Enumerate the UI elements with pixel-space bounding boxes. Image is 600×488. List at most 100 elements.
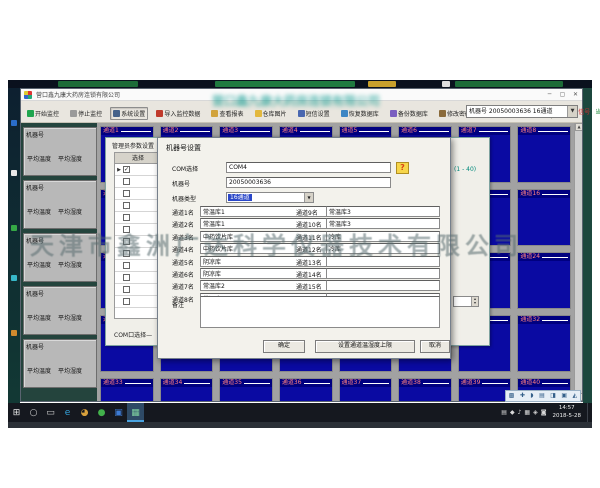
com-select-row[interactable] bbox=[115, 284, 161, 296]
show-desktop-button[interactable] bbox=[587, 403, 590, 422]
tray-icon[interactable]: ▤ bbox=[501, 409, 507, 416]
com-select-row[interactable] bbox=[115, 260, 161, 272]
toolbar-button[interactable]: 系统设置 bbox=[110, 107, 148, 120]
toolbar-button[interactable]: 恢复数据库 bbox=[338, 107, 382, 120]
help-button[interactable]: ? bbox=[396, 162, 409, 174]
row-checkbox[interactable]: ✓ bbox=[123, 166, 130, 173]
channel-name-input[interactable] bbox=[326, 231, 440, 242]
row-checkbox[interactable] bbox=[123, 178, 130, 185]
row-checkbox[interactable] bbox=[123, 286, 130, 293]
cancel-button[interactable]: 取消 bbox=[420, 340, 450, 353]
desktop-icon[interactable] bbox=[11, 120, 17, 126]
row-checkbox[interactable] bbox=[123, 226, 130, 233]
channel-name-input[interactable] bbox=[326, 268, 440, 279]
channel-panel[interactable]: 通道16 bbox=[517, 189, 571, 246]
tray-popup-icon[interactable]: ◭ bbox=[573, 393, 578, 399]
channel-panel[interactable]: 通道38 bbox=[398, 378, 452, 401]
toolbar-button[interactable]: 备份数据库 bbox=[387, 107, 431, 120]
com-select-row[interactable] bbox=[115, 272, 161, 284]
channel-name-input[interactable] bbox=[326, 280, 440, 291]
ok-button[interactable]: 确定 bbox=[263, 340, 305, 353]
channel-name-input[interactable] bbox=[326, 218, 440, 229]
row-checkbox[interactable] bbox=[123, 262, 130, 269]
com-select-row[interactable] bbox=[115, 176, 161, 188]
channel-name-input[interactable] bbox=[326, 243, 440, 254]
channel-name-input[interactable] bbox=[326, 256, 440, 267]
vertical-scrollbar[interactable]: ▲ ▼ bbox=[574, 123, 582, 401]
remark-textarea[interactable] bbox=[200, 296, 440, 328]
channel-panel[interactable]: 通道24 bbox=[517, 252, 571, 309]
machine-summary-panel[interactable]: 机器号 平均温度 平均湿度 bbox=[23, 180, 97, 229]
tray-icon[interactable]: ▦ bbox=[524, 409, 530, 416]
scroll-up-arrow[interactable]: ▲ bbox=[575, 123, 582, 131]
set-channel-limit-button[interactable]: 设置通道温湿度上限 bbox=[315, 340, 415, 353]
com-select-row[interactable] bbox=[115, 236, 161, 248]
taskbar-icon[interactable]: ▦ bbox=[127, 403, 144, 422]
row-checkbox[interactable] bbox=[123, 274, 130, 281]
toolbar-button[interactable]: 导入监控数据 bbox=[153, 107, 203, 120]
taskbar-icon[interactable]: ⊞ bbox=[8, 403, 25, 422]
channel-panel[interactable]: 通道36 bbox=[279, 378, 333, 401]
machine-type-combo[interactable]: 16通道 ▼ bbox=[226, 192, 314, 203]
channel-panel[interactable]: 通道37 bbox=[339, 378, 393, 401]
machine-summary-panel[interactable]: 机器号 平均温度 平均湿度 bbox=[23, 286, 97, 335]
row-checkbox[interactable] bbox=[123, 202, 130, 209]
tray-popup-icon[interactable]: ▣ bbox=[561, 393, 567, 399]
tray-popup-icon[interactable]: ✚ bbox=[520, 393, 525, 399]
row-checkbox[interactable] bbox=[123, 238, 130, 245]
desktop-icon[interactable] bbox=[11, 225, 17, 231]
taskbar-icon[interactable]: ○ bbox=[25, 403, 42, 422]
com-select-row[interactable] bbox=[115, 248, 161, 260]
row-checkbox[interactable] bbox=[123, 214, 130, 221]
toolbar-button[interactable]: 查看报表 bbox=[208, 107, 246, 120]
row-checkbox[interactable] bbox=[123, 298, 130, 305]
machine-summary-panel[interactable]: 机器号 平均温度 平均湿度 bbox=[23, 233, 97, 282]
tray-icon[interactable]: ◆ bbox=[510, 409, 515, 416]
taskbar-icon[interactable]: ▣ bbox=[110, 403, 127, 422]
channel-panel[interactable]: 通道39 bbox=[458, 378, 512, 401]
channel-panel[interactable]: 通道32 bbox=[517, 315, 571, 372]
tray-icon[interactable]: ◈ bbox=[533, 409, 538, 416]
toolbar-button[interactable]: 停止监控 bbox=[67, 107, 105, 120]
tray-icon[interactable]: ♪ bbox=[518, 409, 522, 416]
com-select-row[interactable] bbox=[115, 188, 161, 200]
desktop-icon[interactable] bbox=[11, 275, 17, 281]
toolbar-button[interactable]: 短信设置 bbox=[295, 107, 333, 120]
taskbar-icon[interactable]: e bbox=[59, 403, 76, 422]
com-select-row[interactable] bbox=[115, 296, 161, 308]
taskbar-clock[interactable]: 14:57 2018-5-28 bbox=[550, 405, 584, 420]
tray-popup-icon[interactable]: ▤ bbox=[539, 393, 545, 399]
channel-panel[interactable]: 通道35 bbox=[219, 378, 273, 401]
channel-panel[interactable]: 通道34 bbox=[160, 378, 214, 401]
com-input[interactable] bbox=[226, 162, 391, 173]
spinner-icon[interactable]: ▴▾ bbox=[471, 297, 478, 306]
taskbar-icon[interactable]: ● bbox=[93, 403, 110, 422]
tray-popup-icon[interactable]: ▩ bbox=[509, 393, 515, 399]
com-select-row[interactable] bbox=[115, 212, 161, 224]
chevron-down-icon[interactable]: ▼ bbox=[304, 193, 313, 202]
machine-summary-panel[interactable]: 机器号 平均温度 平均湿度 bbox=[23, 127, 97, 176]
row-checkbox[interactable] bbox=[123, 190, 130, 197]
machine-no-input[interactable] bbox=[226, 177, 391, 188]
channel-name-input[interactable] bbox=[326, 206, 440, 217]
com-select-row[interactable]: ▶ ✓ bbox=[115, 164, 161, 176]
toolbar-button[interactable]: 仓库图片 bbox=[252, 107, 290, 120]
com-select-row[interactable] bbox=[115, 224, 161, 236]
chevron-down-icon[interactable]: ▼ bbox=[567, 106, 577, 117]
maximize-button[interactable]: ▢ bbox=[556, 89, 569, 100]
minimize-button[interactable]: ─ bbox=[543, 89, 556, 100]
channel-panel[interactable]: 通道33 bbox=[100, 378, 154, 401]
channel-panel[interactable]: 通道8 bbox=[517, 126, 571, 183]
taskbar-icon[interactable]: ◕ bbox=[76, 403, 93, 422]
tray-icon[interactable]: ◙ bbox=[541, 409, 547, 416]
machine-summary-panel[interactable]: 机器号 平均温度 平均湿度 bbox=[23, 339, 97, 388]
machine-select-combo[interactable]: 机器号 20050003636 16通道 ▼ bbox=[466, 105, 578, 118]
tray-popup-icon[interactable]: ◗ bbox=[530, 393, 533, 399]
mini-number-input[interactable]: ▴▾ bbox=[453, 296, 479, 307]
com-select-row[interactable] bbox=[115, 200, 161, 212]
row-checkbox[interactable] bbox=[123, 250, 130, 257]
desktop-icon[interactable] bbox=[11, 170, 17, 176]
close-button[interactable]: ✕ bbox=[569, 89, 582, 100]
toolbar-button[interactable]: 开始监控 bbox=[24, 107, 62, 120]
taskbar-icon[interactable]: ▭ bbox=[42, 403, 59, 422]
